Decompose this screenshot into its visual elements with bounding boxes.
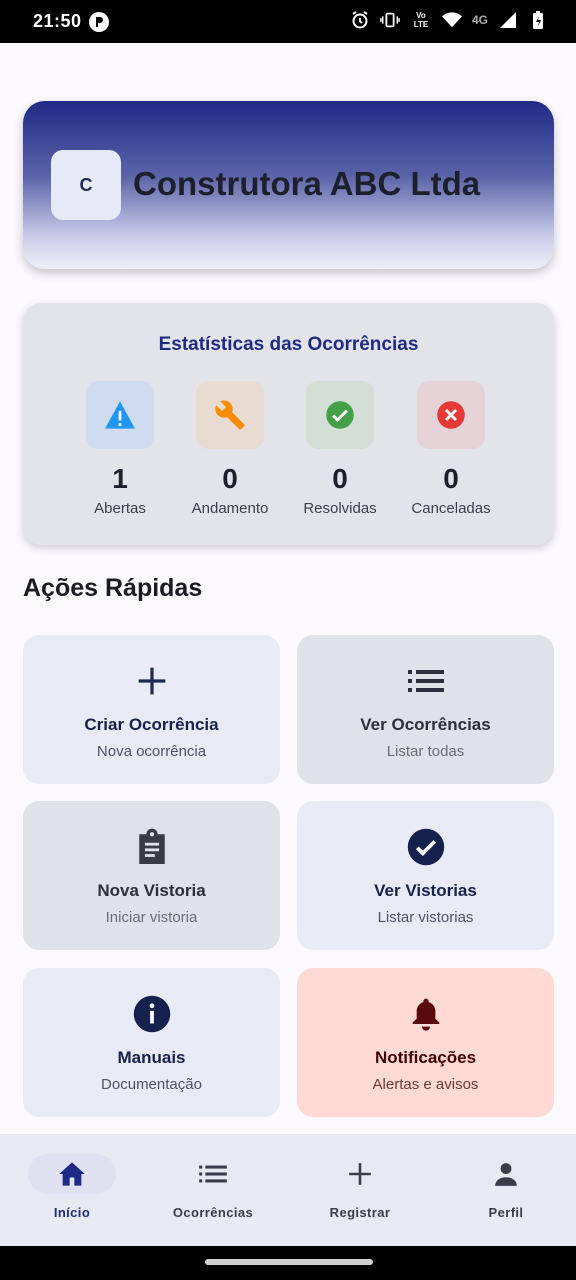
info-icon <box>23 994 280 1034</box>
tile-title: Nova Vistoria <box>97 881 206 900</box>
home-screen: C Construtora ABC Ltda Estatísticas das … <box>0 43 576 1246</box>
stat-value: 1 <box>112 463 128 494</box>
cancel-icon <box>417 381 485 449</box>
battery-icon <box>528 9 548 31</box>
person-icon <box>462 1154 550 1194</box>
gesture-bar <box>0 1246 576 1280</box>
tile-title: Ver Ocorrências <box>360 715 491 734</box>
signal-icon <box>498 9 518 31</box>
company-name: Construtora ABC Ltda <box>133 165 481 202</box>
list-icon <box>297 661 554 701</box>
stat-label: Abertas <box>94 500 146 517</box>
tile-subtitle: Documentação <box>101 1076 202 1093</box>
company-logo: C <box>51 150 121 220</box>
app-notification-icon <box>89 12 109 32</box>
bottom-navigation: Início Ocorrências Registrar Perfil <box>0 1134 576 1246</box>
stat-andamento[interactable]: 0 Andamento <box>180 381 280 517</box>
stat-label: Andamento <box>191 500 269 517</box>
notifications-button[interactable]: Notificações Alertas e avisos <box>297 968 554 1117</box>
view-inspections-button[interactable]: Ver Vistorias Listar vistorias <box>297 801 554 950</box>
check-circle-icon <box>297 827 554 867</box>
quick-actions-title: Ações Rápidas <box>23 574 203 602</box>
nav-item-registrar[interactable]: Registrar <box>288 1134 432 1246</box>
nav-label: Ocorrências <box>172 1205 254 1220</box>
tile-title: Criar Ocorrência <box>84 715 219 734</box>
nav-item-ocorrencias[interactable]: Ocorrências <box>141 1134 285 1246</box>
stat-abertas[interactable]: 1 Abertas <box>70 381 170 517</box>
view-occurrences-button[interactable]: Ver Ocorrências Listar todas <box>297 635 554 784</box>
stat-value: 0 <box>332 463 348 494</box>
nav-item-inicio[interactable]: Início <box>0 1134 144 1246</box>
nav-label: Registrar <box>329 1205 391 1220</box>
clipboard-icon <box>23 827 280 867</box>
statistics-title: Estatísticas das Ocorrências <box>158 334 419 355</box>
vibrate-icon <box>380 9 400 31</box>
nav-label: Início <box>53 1205 91 1220</box>
tile-title: Manuais <box>117 1048 186 1067</box>
stat-label: Resolvidas <box>303 500 377 517</box>
nav-label: Perfil <box>488 1205 524 1220</box>
wrench-icon <box>196 381 264 449</box>
tile-subtitle: Iniciar vistoria <box>105 909 198 926</box>
new-inspection-button[interactable]: Nova Vistoria Iniciar vistoria <box>23 801 280 950</box>
status-bar: 21:50 Vo LTE 4G <box>0 0 576 43</box>
tile-title: Notificações <box>374 1048 477 1067</box>
tile-subtitle: Nova ocorrência <box>96 743 207 760</box>
company-header-card: C Construtora ABC Ltda <box>23 101 554 269</box>
alarm-icon <box>350 9 370 31</box>
tile-subtitle: Alertas e avisos <box>372 1076 479 1093</box>
plus-icon <box>23 661 280 701</box>
stat-canceladas[interactable]: 0 Canceladas <box>401 381 501 517</box>
volte-label: Vo LTE <box>413 11 429 29</box>
bell-icon <box>297 994 554 1034</box>
manuals-button[interactable]: Manuais Documentação <box>23 968 280 1117</box>
network-type: 4G <box>471 13 488 27</box>
tile-subtitle: Listar vistorias <box>377 909 474 926</box>
tile-title: Ver Vistorias <box>374 881 477 900</box>
status-time: 21:50 <box>33 11 82 31</box>
plus-icon <box>316 1154 404 1194</box>
wifi-icon <box>441 9 462 31</box>
statistics-card: Estatísticas das Ocorrências 1 Abertas 0… <box>23 303 554 545</box>
create-occurrence-button[interactable]: Criar Ocorrência Nova ocorrência <box>23 635 280 784</box>
nav-item-perfil[interactable]: Perfil <box>434 1134 576 1246</box>
stat-value: 0 <box>443 463 459 494</box>
stat-resolvidas[interactable]: 0 Resolvidas <box>290 381 390 517</box>
home-gesture-handle[interactable] <box>205 1259 373 1265</box>
home-icon <box>28 1154 116 1194</box>
stat-value: 0 <box>222 463 238 494</box>
list-icon <box>169 1154 257 1194</box>
check-circle-icon <box>306 381 374 449</box>
warning-icon <box>86 381 154 449</box>
tile-subtitle: Listar todas <box>386 743 465 760</box>
stat-label: Canceladas <box>411 500 491 517</box>
